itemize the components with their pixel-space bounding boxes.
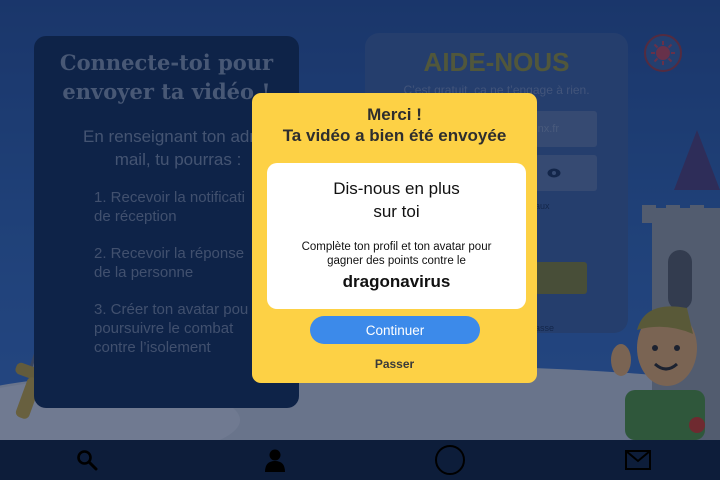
- continue-button[interactable]: Continuer: [310, 316, 480, 344]
- card-text: Complète ton profil et ton avatar pour g…: [301, 241, 492, 267]
- nav-home[interactable]: [430, 444, 470, 476]
- search-icon: [77, 450, 98, 471]
- mail-icon: [625, 450, 651, 470]
- nav-profile[interactable]: [255, 444, 295, 476]
- profile-icon: [265, 449, 285, 472]
- nav-search[interactable]: [67, 444, 107, 476]
- card-title: Dis-nous en plus sur toi: [333, 179, 460, 221]
- profile-prompt-card: Dis-nous en plus sur toi Complète ton pr…: [267, 163, 526, 309]
- nav-messages[interactable]: [618, 444, 658, 476]
- confirmation-modal: Merci ! Ta vidéo a bien été envoyée Dis-…: [252, 93, 537, 383]
- home-circle-icon: [435, 445, 465, 475]
- card-highlight: dragonavirus: [342, 272, 451, 291]
- skip-button[interactable]: Passer: [252, 357, 537, 371]
- modal-title-line2: Ta vidéo a bien été envoyée: [282, 126, 507, 145]
- modal-title-line1: Merci !: [367, 105, 422, 124]
- bottom-nav: [0, 440, 720, 480]
- modal-title: Merci ! Ta vidéo a bien été envoyée: [252, 104, 537, 146]
